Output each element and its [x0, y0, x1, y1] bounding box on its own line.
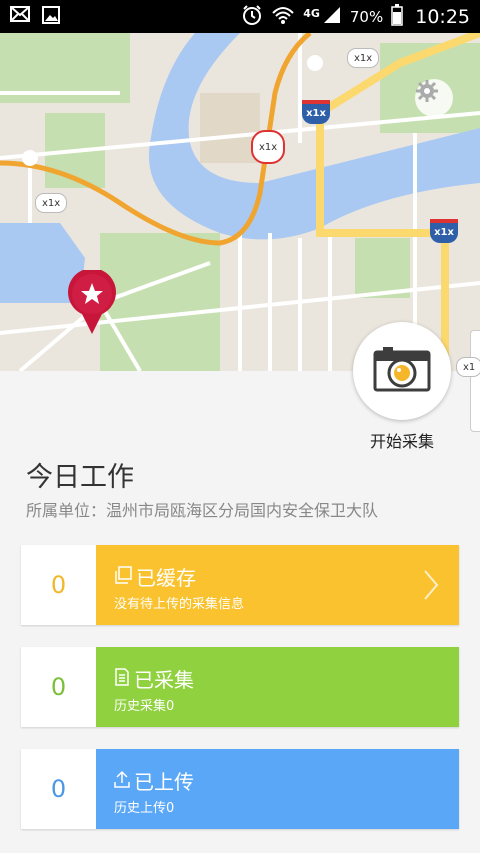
collected-card[interactable]: 0 已采集 历史采集0: [21, 647, 459, 727]
cached-count: 0: [21, 545, 96, 625]
cached-heading: 已缓存: [114, 562, 196, 591]
battery-percent: 70%: [349, 8, 384, 26]
start-capture-button[interactable]: [353, 322, 451, 420]
collected-heading: 已采集: [114, 664, 194, 693]
settings-button[interactable]: [415, 79, 453, 117]
uploaded-title: 已上传: [134, 770, 194, 794]
uploaded-card[interactable]: 0 已上传 历史上传0: [21, 749, 459, 829]
cached-subtitle: 没有待上传的采集信息: [114, 597, 245, 612]
uploaded-count: 0: [21, 749, 96, 829]
upload-icon: [114, 769, 130, 793]
unit-info: 所属单位：温州市局瓯海区分局国内安全保卫大队: [26, 501, 379, 520]
uploaded-heading: 已上传: [114, 766, 194, 795]
highway-shield: x1x: [430, 219, 458, 243]
network-type: 4G: [303, 6, 320, 20]
collected-card-body[interactable]: 已采集 历史采集0: [96, 647, 459, 727]
page-title: 今日工作: [26, 462, 134, 493]
highway-shield: x1x: [302, 100, 330, 124]
route-label: x1: [456, 357, 480, 377]
uploaded-subtitle: 历史上传0: [114, 801, 175, 816]
battery-icon: [391, 4, 403, 30]
cached-card[interactable]: 0 已缓存 没有待上传的采集信息: [21, 545, 459, 625]
map-view[interactable]: x1x x1x x1x x1x x1x: [0, 33, 480, 371]
mail-icon: [10, 6, 30, 28]
collected-subtitle: 历史采集0: [114, 699, 175, 714]
collected-title: 已采集: [134, 668, 194, 692]
chevron-right-icon: [423, 569, 439, 605]
wifi-icon: [271, 5, 295, 29]
cached-card-body[interactable]: 已缓存 没有待上传的采集信息: [96, 545, 459, 625]
camera-icon: [373, 345, 431, 397]
status-bar: 4G 70% 10:25: [0, 0, 480, 33]
collected-count: 0: [21, 647, 96, 727]
start-capture-label: 开始采集: [369, 432, 434, 451]
uploaded-card-body[interactable]: 已上传 历史上传0: [96, 749, 459, 829]
cached-title: 已缓存: [136, 566, 196, 590]
document-icon: [114, 667, 130, 691]
clock: 10:25: [415, 6, 470, 28]
route-marker: x1x: [251, 130, 286, 164]
side-tab[interactable]: x1: [456, 330, 480, 432]
route-label: x1x: [35, 193, 68, 213]
signal-icon: [322, 5, 342, 29]
alarm-icon: [241, 4, 263, 30]
image-icon: [42, 6, 60, 28]
route-label: x1x: [347, 48, 380, 68]
copy-icon: [114, 565, 132, 589]
